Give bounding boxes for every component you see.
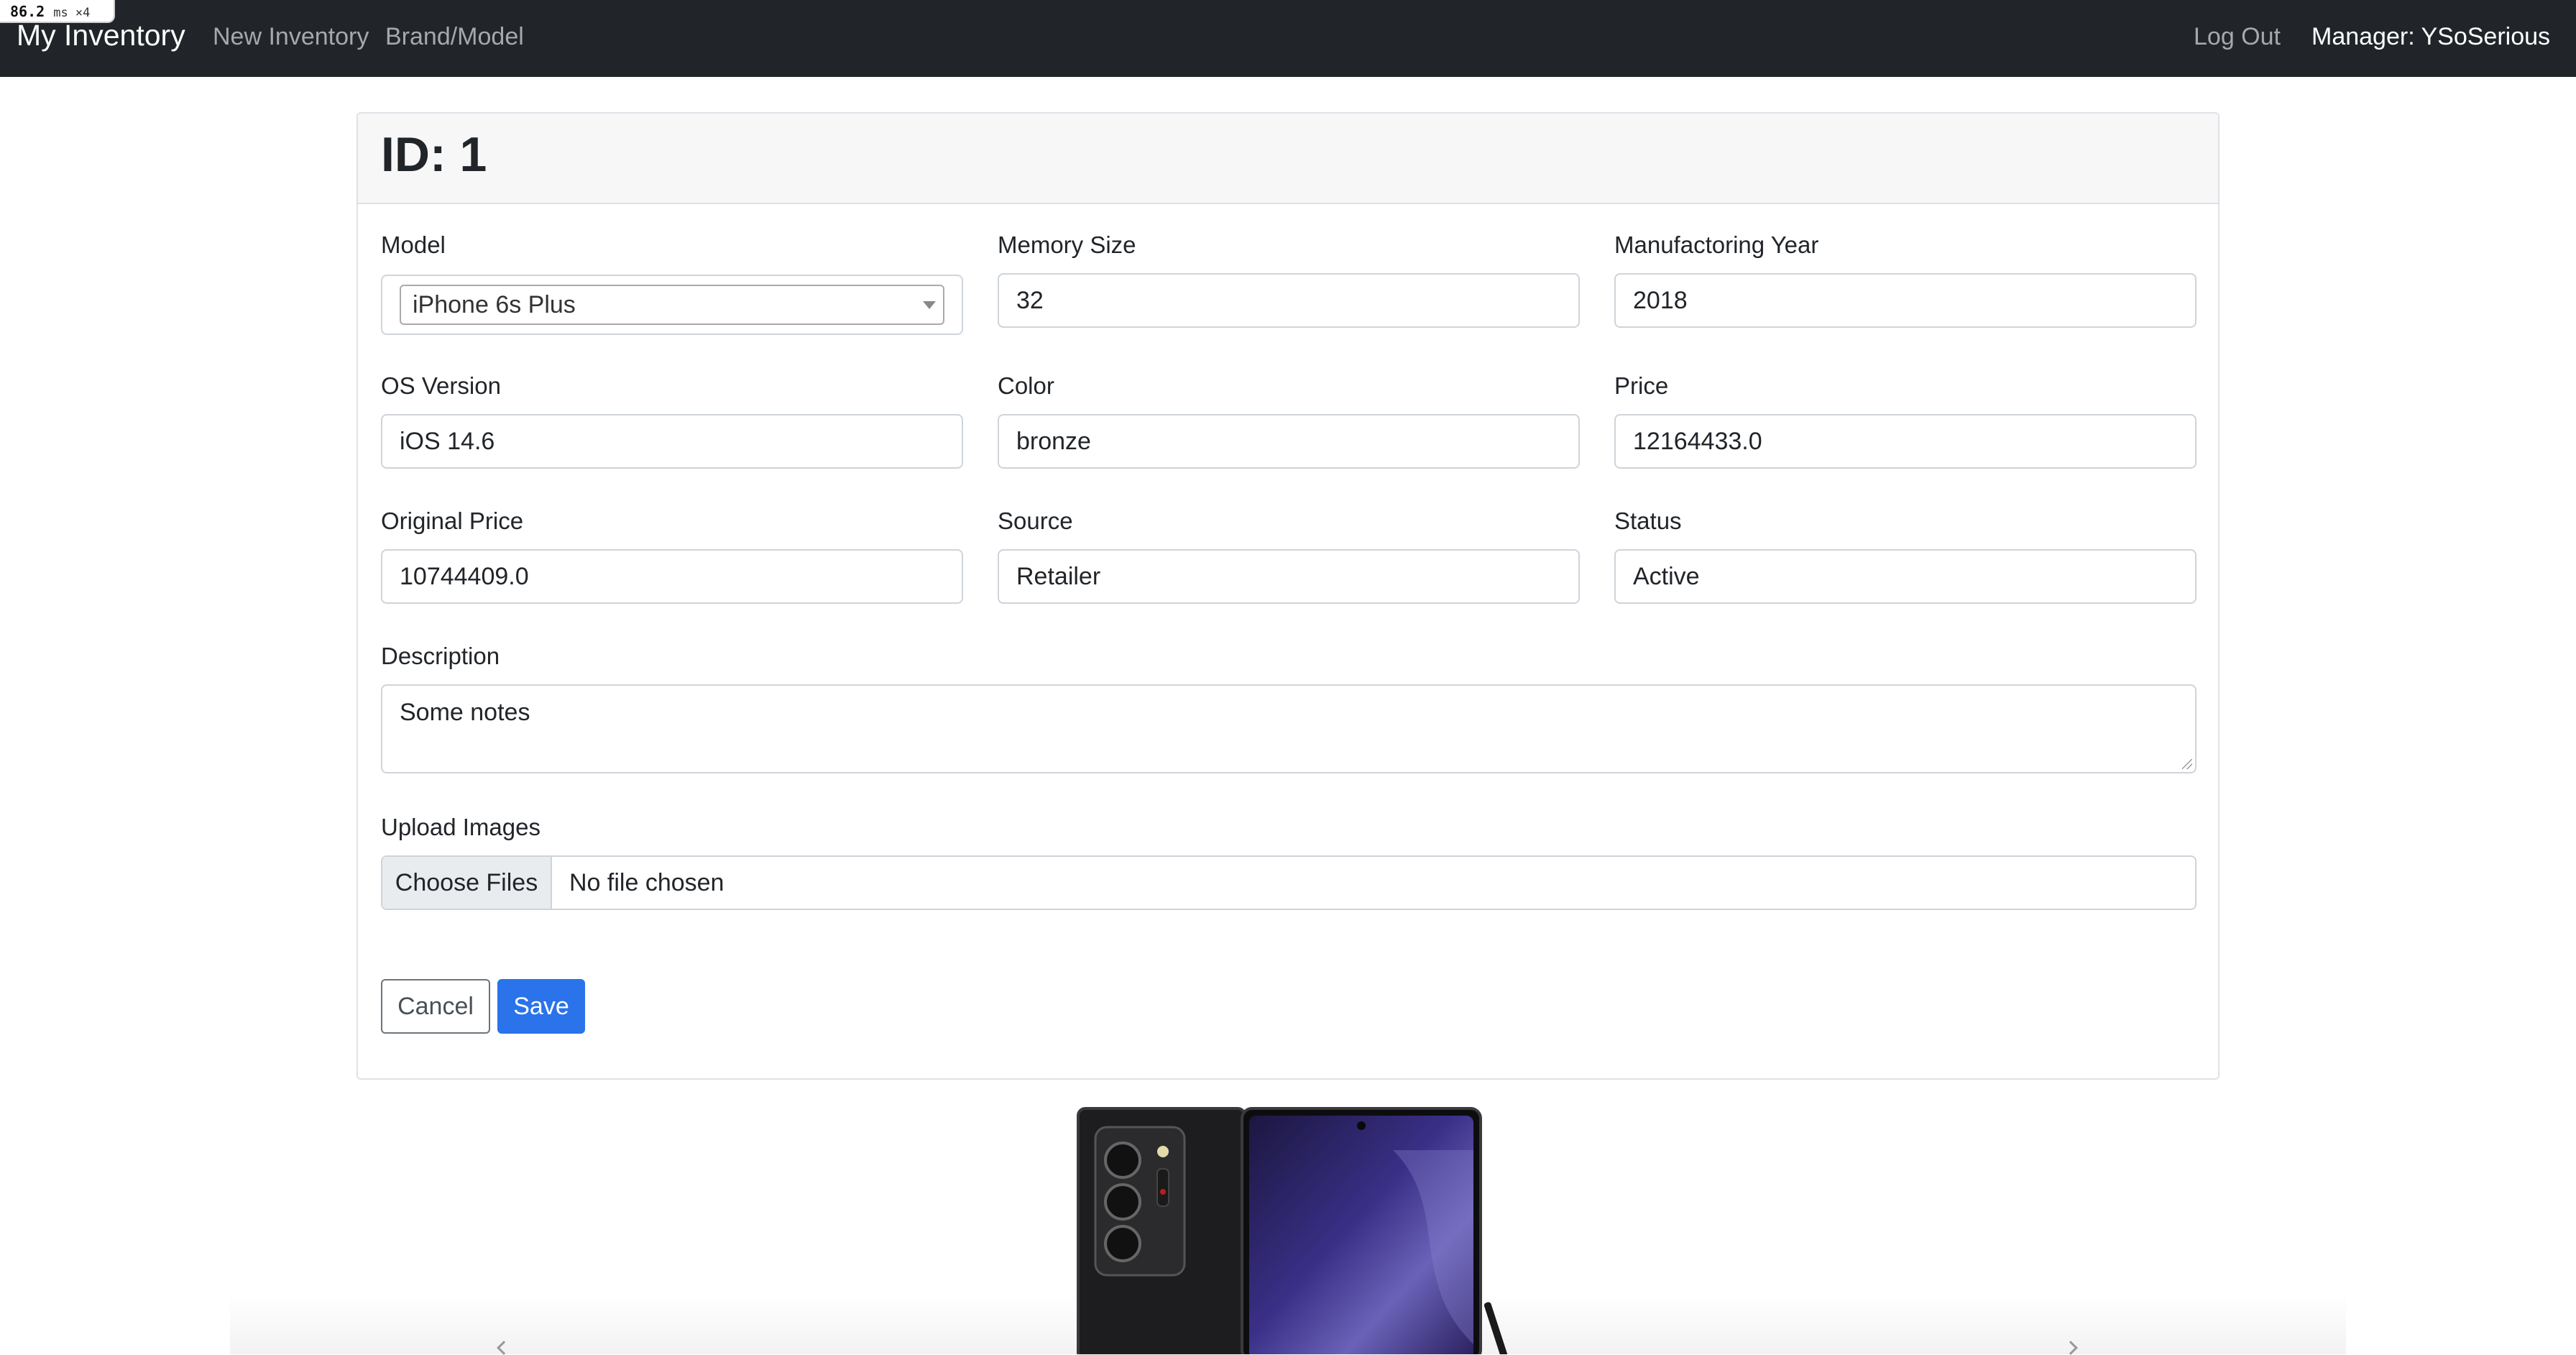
manufacturing-year-label: Manufactoring Year	[1614, 231, 1819, 258]
description-label: Description	[381, 643, 500, 669]
choose-files-button[interactable]: Choose Files	[382, 857, 552, 909]
original-price-input[interactable]: 10744409.0	[381, 549, 963, 604]
model-select-value: iPhone 6s Plus	[413, 291, 576, 318]
source-input[interactable]: Retailer	[998, 549, 1580, 604]
save-button[interactable]: Save	[497, 979, 585, 1034]
status-input[interactable]: Active	[1614, 549, 2196, 604]
os-version-label: OS Version	[381, 372, 501, 399]
card-header: ID: 1	[358, 114, 2218, 204]
price-input[interactable]: 12164433.0	[1614, 414, 2196, 469]
color-input[interactable]: bronze	[998, 414, 1580, 469]
manufacturing-year-input[interactable]: 2018	[1614, 273, 2196, 328]
memory-size-label: Memory Size	[998, 231, 1136, 258]
page-title: ID: 1	[381, 127, 487, 182]
navbar: My Inventory New Inventory Brand/Model L…	[0, 0, 2576, 77]
upload-images-input[interactable]: Choose Files No file chosen	[381, 855, 2196, 910]
original-price-label: Original Price	[381, 507, 524, 534]
price-label: Price	[1614, 372, 1669, 399]
cancel-button[interactable]: Cancel	[381, 979, 490, 1034]
source-label: Source	[998, 507, 1073, 534]
perf-unit: ms ×4	[53, 6, 91, 20]
memory-size-input[interactable]: 32	[998, 273, 1580, 328]
description-text: Some notes	[400, 699, 530, 726]
os-version-input[interactable]: iOS 14.6	[381, 414, 963, 469]
nav-log-out[interactable]: Log Out	[2194, 23, 2281, 51]
navbar-brand[interactable]: My Inventory	[17, 19, 185, 52]
model-select-container: iPhone 6s Plus	[381, 275, 963, 335]
chevron-down-icon	[923, 301, 936, 309]
nav-manager[interactable]: Manager: YSoSerious	[2312, 23, 2550, 51]
inventory-card: ID: 1 Model iPhone 6s Plus Memory Size 3…	[356, 112, 2220, 1080]
model-label: Model	[381, 231, 446, 258]
description-textarea[interactable]: Some notes	[381, 684, 2196, 773]
perf-value: 86.2	[10, 3, 45, 20]
perf-badge: 86.2 ms ×4	[0, 0, 115, 23]
color-label: Color	[998, 372, 1054, 399]
model-select[interactable]: iPhone 6s Plus	[400, 285, 944, 325]
status-label: Status	[1614, 507, 1682, 534]
nav-new-inventory[interactable]: New Inventory	[213, 23, 369, 51]
upload-images-label: Upload Images	[381, 814, 540, 840]
phone-product-image	[1077, 1107, 1508, 1354]
file-status-text: No file chosen	[569, 869, 724, 896]
nav-brand-model[interactable]: Brand/Model	[385, 23, 524, 51]
resize-grip-icon[interactable]	[2182, 759, 2192, 769]
